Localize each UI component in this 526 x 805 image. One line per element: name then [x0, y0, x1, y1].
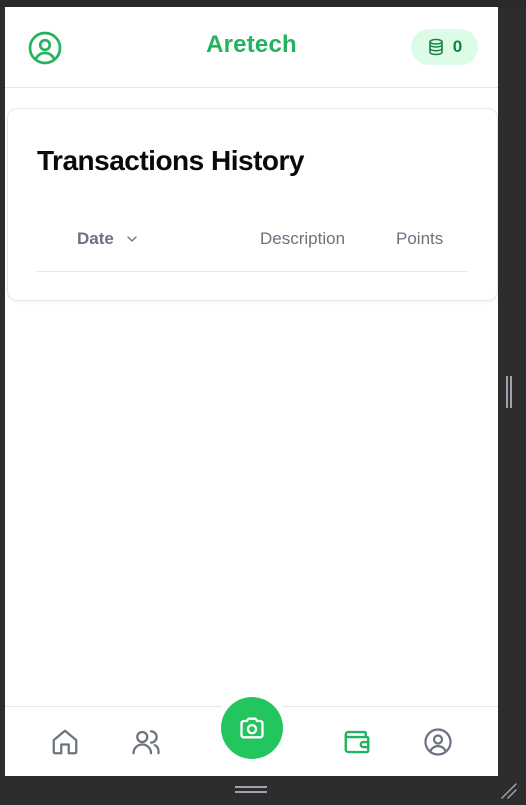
transactions-table-header: Date Description Points [37, 219, 468, 272]
wallet-icon[interactable] [342, 727, 372, 757]
app-window: Aretech 0 Transactions History Date Desc… [0, 0, 526, 803]
camera-icon [240, 717, 264, 739]
app-header: Aretech 0 [5, 7, 498, 88]
app-viewport: Aretech 0 Transactions History Date Desc… [5, 7, 498, 776]
points-count: 0 [452, 37, 463, 56]
transactions-card: Transactions History Date Description Po… [7, 108, 498, 301]
bottom-resize-handle[interactable] [235, 786, 267, 794]
users-icon[interactable] [131, 727, 161, 757]
window-top-bar [0, 0, 526, 7]
user-circle-icon[interactable] [423, 727, 453, 757]
chevron-down-icon [124, 231, 140, 247]
column-header-date-label: Date [77, 229, 114, 248]
side-resize-handle[interactable] [506, 376, 512, 408]
column-header-points: Points [396, 229, 444, 248]
points-balance-badge[interactable]: 0 [411, 29, 478, 65]
scan-camera-button[interactable] [221, 697, 283, 759]
home-icon[interactable] [50, 727, 80, 757]
coins-icon [427, 38, 445, 56]
resize-grip-icon[interactable] [500, 782, 518, 800]
column-header-description: Description [260, 229, 346, 248]
column-header-date[interactable]: Date [77, 229, 140, 249]
page-title: Transactions History [37, 145, 304, 176]
